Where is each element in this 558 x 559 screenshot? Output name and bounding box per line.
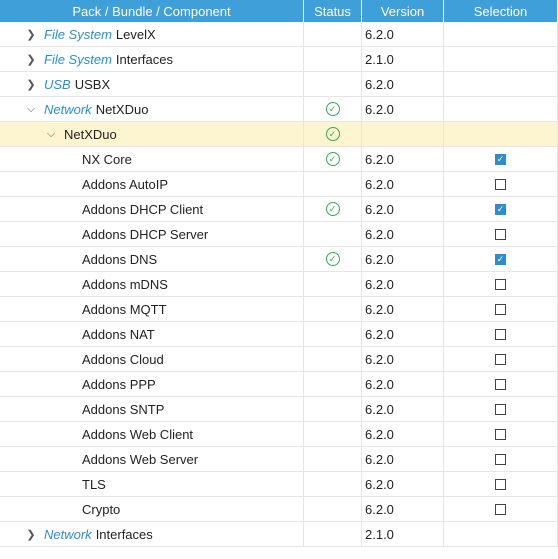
row-name: Addons AutoIP [0, 172, 304, 196]
row-category: File System [44, 26, 112, 42]
row-version: 6.2.0 [362, 22, 444, 46]
col-selection-header[interactable]: Selection [444, 0, 558, 22]
row-name: Addons PPP [0, 372, 304, 396]
row-name: Addons DHCP Server [0, 222, 304, 246]
table-row[interactable]: ❯ Network Interfaces 2.1.0 [0, 522, 558, 547]
check-circle-icon: ✓ [325, 152, 340, 166]
selection-checkbox[interactable] [495, 353, 506, 365]
table-row[interactable]: Addons DHCP Server 6.2.0 [0, 222, 558, 247]
row-name: USBX [74, 76, 111, 92]
chevron-down-icon[interactable]: ⌵ [44, 128, 58, 141]
table-row[interactable]: Addons MQTT 6.2.0 [0, 297, 558, 322]
chevron-right-icon[interactable]: ❯ [24, 78, 38, 91]
row-name: TLS [0, 472, 304, 496]
table-row[interactable]: ❯ File System Interfaces 2.1.0 [0, 47, 558, 72]
selection-checkbox-checked[interactable]: ✓ [495, 203, 506, 215]
check-circle-icon: ✓ [325, 252, 340, 266]
selection-checkbox[interactable] [495, 178, 506, 190]
row-name: Crypto [0, 497, 304, 521]
selection-checkbox[interactable] [495, 453, 506, 465]
selection-checkbox[interactable] [495, 403, 506, 415]
table-row[interactable]: Addons mDNS 6.2.0 [0, 272, 558, 297]
row-name: Addons NAT [0, 322, 304, 346]
row-category: File System [44, 51, 112, 67]
selection-checkbox[interactable] [495, 478, 506, 490]
row-category: Network [44, 101, 92, 117]
chevron-right-icon[interactable]: ❯ [24, 528, 38, 541]
check-circle-icon: ✓ [325, 202, 340, 216]
row-version: 6.2.0 [362, 222, 444, 246]
row-version: 2.1.0 [362, 522, 444, 546]
row-name: Addons DNS [0, 247, 304, 271]
row-name: Interfaces [115, 51, 173, 67]
selection-checkbox-checked[interactable]: ✓ [495, 253, 506, 265]
row-version: 6.2.0 [362, 172, 444, 196]
table-row[interactable]: ❯ USB USBX 6.2.0 [0, 72, 558, 97]
row-version: 2.1.0 [362, 47, 444, 71]
table-row[interactable]: Addons DHCP Client ✓ 6.2.0 ✓ [0, 197, 558, 222]
selection-checkbox[interactable] [495, 228, 506, 240]
col-pack-header[interactable]: Pack / Bundle / Component [0, 0, 304, 22]
selection-checkbox[interactable] [495, 278, 506, 290]
table-row[interactable]: ⌵ Network NetXDuo ✓ 6.2.0 [0, 97, 558, 122]
row-version: 6.2.0 [362, 272, 444, 296]
table-row[interactable]: Addons SNTP 6.2.0 [0, 397, 558, 422]
row-name: NetXDuo [95, 101, 149, 117]
row-name: Addons Cloud [0, 347, 304, 371]
selection-checkbox-checked[interactable]: ✓ [495, 153, 506, 165]
row-version: 6.2.0 [362, 397, 444, 421]
row-version: 6.2.0 [362, 72, 444, 96]
row-version: 6.2.0 [362, 97, 444, 121]
row-version: 6.2.0 [362, 197, 444, 221]
selection-checkbox[interactable] [495, 378, 506, 390]
selection-checkbox[interactable] [495, 303, 506, 315]
table-row-selected[interactable]: ⌵ NetXDuo ✓ [0, 122, 558, 147]
col-version-header[interactable]: Version [362, 0, 444, 22]
selection-checkbox[interactable] [495, 328, 506, 340]
selection-checkbox[interactable] [495, 503, 506, 515]
table-row[interactable]: ❯ File System LevelX 6.2.0 [0, 22, 558, 47]
row-name: Addons Web Client [0, 422, 304, 446]
table-row[interactable]: TLS 6.2.0 [0, 472, 558, 497]
col-status-header[interactable]: Status [304, 0, 362, 22]
component-table: Pack / Bundle / Component Status Version… [0, 0, 558, 547]
table-row[interactable]: Addons Web Client 6.2.0 [0, 422, 558, 447]
row-name: Addons mDNS [0, 272, 304, 296]
table-row[interactable]: Addons AutoIP 6.2.0 [0, 172, 558, 197]
row-name: Addons MQTT [0, 297, 304, 321]
row-name: Addons SNTP [0, 397, 304, 421]
table-row[interactable]: Addons DNS ✓ 6.2.0 ✓ [0, 247, 558, 272]
row-version: 6.2.0 [362, 297, 444, 321]
row-version: 6.2.0 [362, 422, 444, 446]
row-version: 6.2.0 [362, 497, 444, 521]
table-row[interactable]: Addons NAT 6.2.0 [0, 322, 558, 347]
row-name: Interfaces [95, 526, 153, 542]
row-version: 6.2.0 [362, 372, 444, 396]
table-row[interactable]: Addons Web Server 6.2.0 [0, 447, 558, 472]
row-name: Addons DHCP Client [0, 197, 304, 221]
chevron-right-icon[interactable]: ❯ [24, 28, 38, 41]
row-category: USB [44, 76, 71, 92]
selection-checkbox[interactable] [495, 428, 506, 440]
table-row[interactable]: Crypto 6.2.0 [0, 497, 558, 522]
row-name: NetXDuo [64, 126, 117, 142]
row-name: LevelX [115, 26, 156, 42]
row-version: 6.2.0 [362, 347, 444, 371]
table-row[interactable]: Addons PPP 6.2.0 [0, 372, 558, 397]
row-category: Network [44, 526, 92, 542]
row-name: NX Core [0, 147, 304, 171]
row-version: 6.2.0 [362, 472, 444, 496]
check-circle-icon: ✓ [325, 127, 340, 141]
chevron-down-icon[interactable]: ⌵ [24, 103, 38, 116]
row-version: 6.2.0 [362, 447, 444, 471]
check-circle-icon: ✓ [325, 102, 340, 116]
chevron-right-icon[interactable]: ❯ [24, 53, 38, 66]
row-version: 6.2.0 [362, 247, 444, 271]
table-row[interactable]: NX Core ✓ 6.2.0 ✓ [0, 147, 558, 172]
table-header: Pack / Bundle / Component Status Version… [0, 0, 558, 22]
table-row[interactable]: Addons Cloud 6.2.0 [0, 347, 558, 372]
row-name: Addons Web Server [0, 447, 304, 471]
row-version: 6.2.0 [362, 147, 444, 171]
row-version: 6.2.0 [362, 322, 444, 346]
